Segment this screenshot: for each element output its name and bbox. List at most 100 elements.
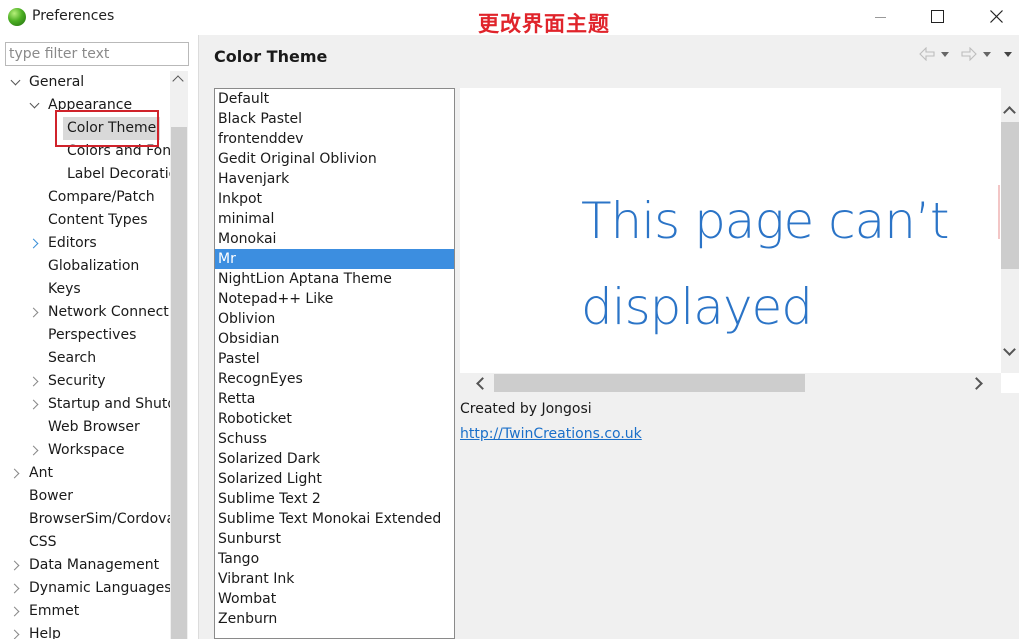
scroll-up-icon[interactable] bbox=[172, 75, 184, 87]
theme-list-item[interactable]: Zenburn bbox=[215, 609, 454, 629]
tree-item-label: Dynamic Languages bbox=[29, 580, 170, 596]
theme-list-item[interactable]: Notepad++ Like bbox=[215, 289, 454, 309]
theme-list-item[interactable]: Black Pastel bbox=[215, 109, 454, 129]
tree-item-label: Bower bbox=[29, 488, 73, 504]
tree-item[interactable]: Emmet bbox=[0, 600, 170, 623]
theme-list-item[interactable]: NightLion Aptana Theme bbox=[215, 269, 454, 289]
theme-list-item[interactable]: RecognEyes bbox=[215, 369, 454, 389]
theme-list-item[interactable]: Pastel bbox=[215, 349, 454, 369]
theme-list-item[interactable]: Solarized Light bbox=[215, 469, 454, 489]
tree-item[interactable]: Perspectives bbox=[0, 324, 170, 347]
tree-item[interactable]: CSS bbox=[0, 531, 170, 554]
tree-scrollbar[interactable] bbox=[170, 71, 188, 639]
tree-item[interactable]: Label Decorations bbox=[0, 163, 170, 186]
minimize-button[interactable] bbox=[857, 4, 903, 30]
forward-menu-chevron-icon[interactable] bbox=[983, 47, 991, 63]
tree-scroll-thumb[interactable] bbox=[171, 127, 187, 639]
preview-line-1: This page can’t bbox=[581, 192, 949, 250]
preview-message: This page can’t displayed bbox=[581, 178, 1011, 350]
chevron-right-icon[interactable] bbox=[11, 583, 21, 593]
tree-item[interactable]: Keys bbox=[0, 278, 170, 301]
tree-item[interactable]: Data Management bbox=[0, 554, 170, 577]
tree-item[interactable]: Content Types bbox=[0, 209, 170, 232]
theme-list-item[interactable]: Inkpot bbox=[215, 189, 454, 209]
tree-item[interactable]: Startup and Shutdown bbox=[0, 393, 170, 416]
tree-item[interactable]: Security bbox=[0, 370, 170, 393]
tree-item[interactable]: Search bbox=[0, 347, 170, 370]
tree-item[interactable]: BrowserSim/CordovaSim bbox=[0, 508, 170, 531]
theme-list-item[interactable]: Monokai bbox=[215, 229, 454, 249]
eclipse-app-icon bbox=[8, 8, 26, 26]
title-bar: Preferences 更改界面主题 bbox=[0, 0, 1019, 36]
chevron-right-icon[interactable] bbox=[30, 445, 40, 455]
chevron-right-icon[interactable] bbox=[11, 560, 21, 570]
theme-list-item[interactable]: Havenjark bbox=[215, 169, 454, 189]
page-header: Color Theme bbox=[199, 35, 1019, 75]
theme-list-item[interactable]: Retta bbox=[215, 389, 454, 409]
preference-page: Color Theme Default Black Pastel frontendd… bbox=[198, 35, 1019, 639]
theme-list-item[interactable]: Sublime Text Monokai Extended bbox=[215, 509, 454, 529]
theme-list-item[interactable]: Roboticket bbox=[215, 409, 454, 429]
theme-list-item[interactable]: frontenddev bbox=[215, 129, 454, 149]
chevron-down-icon[interactable] bbox=[11, 77, 21, 87]
theme-list-item[interactable]: Solarized Dark bbox=[215, 449, 454, 469]
maximize-button[interactable] bbox=[914, 4, 960, 30]
chevron-down-icon[interactable] bbox=[30, 100, 40, 110]
theme-list-item[interactable]: Default bbox=[215, 89, 454, 109]
highlight-annotation-box bbox=[55, 110, 159, 147]
tree-item[interactable]: Web Browser bbox=[0, 416, 170, 439]
tree-item[interactable]: Workspace bbox=[0, 439, 170, 462]
preview-vertical-thumb[interactable] bbox=[1001, 122, 1019, 269]
chevron-right-icon[interactable] bbox=[30, 307, 40, 317]
forward-icon[interactable] bbox=[961, 46, 977, 63]
scroll-left-icon[interactable] bbox=[476, 377, 489, 390]
theme-list-item[interactable]: Schuss bbox=[215, 429, 454, 449]
back-menu-chevron-icon[interactable] bbox=[941, 47, 949, 63]
view-menu-chevron-icon[interactable] bbox=[1004, 47, 1012, 63]
chevron-right-icon[interactable] bbox=[30, 399, 40, 409]
tree-item[interactable]: Bower bbox=[0, 485, 170, 508]
tree-item[interactable]: Editors bbox=[0, 232, 170, 255]
theme-author: Created by Jongosi bbox=[460, 401, 592, 417]
chevron-right-icon[interactable] bbox=[11, 468, 21, 478]
theme-list-item[interactable]: Mr bbox=[215, 249, 454, 269]
chevron-right-icon[interactable] bbox=[11, 606, 21, 616]
chevron-right-icon[interactable] bbox=[30, 238, 40, 248]
theme-list-item[interactable]: Obsidian bbox=[215, 329, 454, 349]
back-icon[interactable] bbox=[919, 46, 935, 63]
tree-item-label: Network Connections bbox=[48, 304, 170, 320]
theme-list-item[interactable]: Vibrant Ink bbox=[215, 569, 454, 589]
filter-input[interactable] bbox=[5, 42, 189, 66]
theme-list-item[interactable]: minimal bbox=[215, 209, 454, 229]
close-icon bbox=[990, 10, 1003, 23]
preferences-tree: General Appearance Color Theme Colors and F… bbox=[0, 71, 170, 639]
preview-horizontal-scrollbar[interactable] bbox=[460, 373, 1001, 393]
theme-list-item[interactable]: Wombat bbox=[215, 589, 454, 609]
theme-list-item[interactable]: Sunburst bbox=[215, 529, 454, 549]
tree-item[interactable]: Help bbox=[0, 623, 170, 639]
tree-item[interactable]: Network Connections bbox=[0, 301, 170, 324]
scroll-up-icon[interactable] bbox=[1003, 106, 1016, 119]
scroll-right-icon[interactable] bbox=[970, 377, 983, 390]
preview-vertical-scrollbar[interactable] bbox=[1001, 88, 1019, 373]
tree-item[interactable]: Ant bbox=[0, 462, 170, 485]
theme-list-item[interactable]: Sublime Text 2 bbox=[215, 489, 454, 509]
theme-list-item[interactable]: Tango bbox=[215, 549, 454, 569]
theme-list[interactable]: Default Black Pastel frontenddev Gedit Orig… bbox=[214, 88, 455, 639]
page-title: Color Theme bbox=[214, 47, 328, 66]
chevron-right-icon[interactable] bbox=[11, 629, 21, 639]
tree-item[interactable]: Dynamic Languages bbox=[0, 577, 170, 600]
tree-item[interactable]: Compare/Patch bbox=[0, 186, 170, 209]
tree-item[interactable]: General bbox=[0, 71, 170, 94]
tree-item-label: Perspectives bbox=[48, 327, 137, 343]
tree-item[interactable]: Globalization bbox=[0, 255, 170, 278]
annotation-caption: 更改界面主题 bbox=[478, 12, 610, 36]
tree-item-label: Globalization bbox=[48, 258, 140, 274]
chevron-right-icon[interactable] bbox=[30, 376, 40, 386]
close-button[interactable] bbox=[973, 4, 1019, 30]
scroll-down-icon[interactable] bbox=[1003, 343, 1016, 356]
theme-list-item[interactable]: Oblivion bbox=[215, 309, 454, 329]
theme-list-item[interactable]: Gedit Original Oblivion bbox=[215, 149, 454, 169]
preview-horizontal-thumb[interactable] bbox=[494, 374, 805, 392]
author-website-link[interactable]: http://TwinCreations.co.uk bbox=[460, 426, 642, 442]
